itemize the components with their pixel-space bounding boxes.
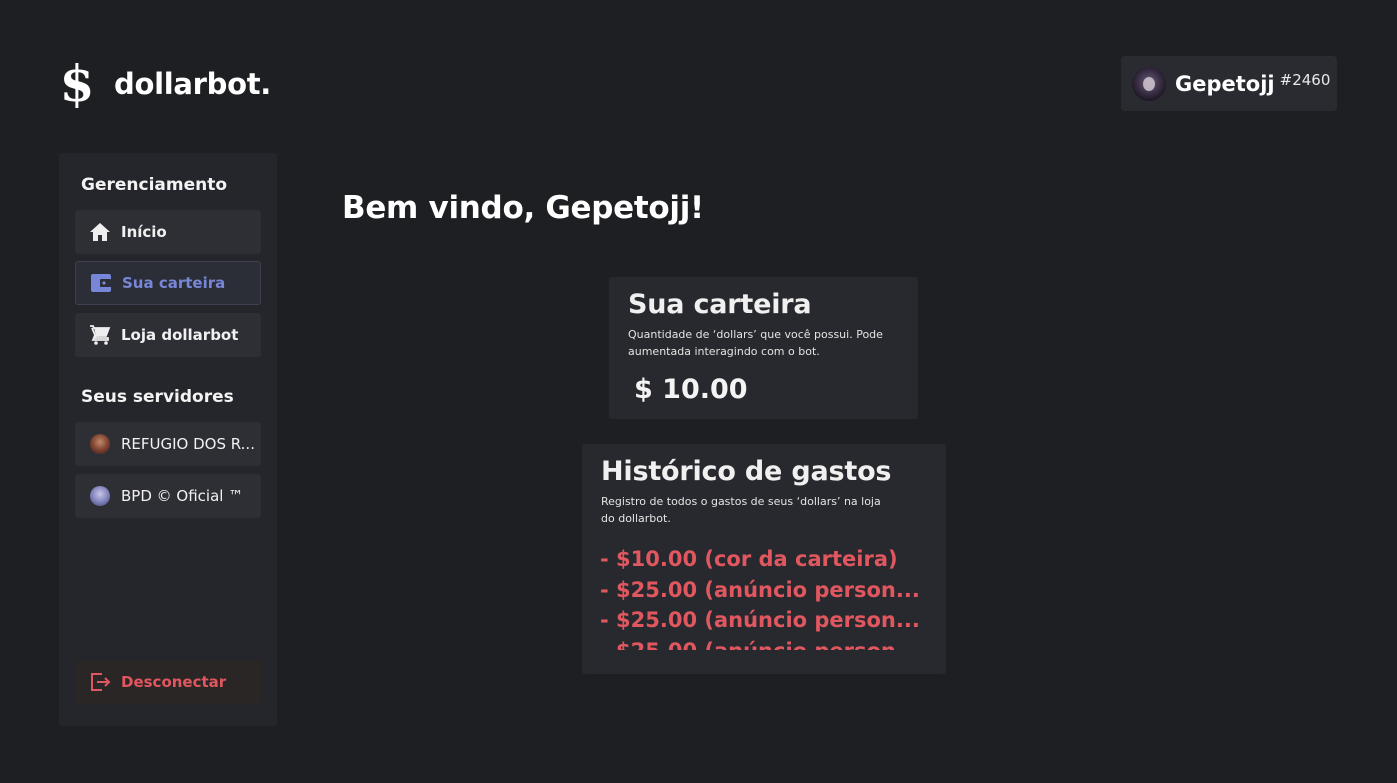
home-icon: [89, 221, 111, 243]
wallet-card-description: Quantidade de ‘dollars’ que você possui.…: [628, 328, 883, 358]
history-card: Histórico de gastos Registro de todos o …: [582, 444, 946, 674]
dollar-logo-icon: $: [59, 54, 95, 113]
wallet-card: Sua carteira Quantidade de ‘dollars’ que…: [609, 277, 918, 419]
history-list[interactable]: - $10.00 (cor da carteira) - $25.00 (anú…: [600, 544, 920, 650]
history-card-description: Registro de todos o gastos de seus ‘doll…: [601, 495, 881, 525]
sidebar: Gerenciamento Início Sua carteira Loja d…: [59, 153, 277, 726]
brand-name: dollarbot: [114, 67, 261, 101]
brand-dot: .: [260, 67, 272, 101]
section-title-management: Gerenciamento: [81, 175, 228, 195]
server-item-bpd[interactable]: BPD © Oficial ™: [75, 474, 261, 518]
avatar: [1132, 66, 1166, 101]
sidebar-item-label: Início: [121, 223, 167, 241]
server-avatar: [89, 433, 111, 455]
logout-label: Desconectar: [121, 673, 227, 691]
server-item-label: BPD © Oficial ™: [121, 487, 244, 505]
sidebar-item-inicio[interactable]: Início: [75, 210, 261, 254]
user-tag: #2460: [1279, 70, 1331, 89]
logout-button[interactable]: Desconectar: [75, 660, 261, 704]
user-profile-chip[interactable]: Gepetojj #2460: [1121, 56, 1337, 111]
history-item: - $10.00 (cor da carteira): [600, 547, 898, 571]
server-item-label: REFUGIO DOS R...: [121, 435, 255, 453]
server-item-refugio[interactable]: REFUGIO DOS R...: [75, 422, 261, 466]
history-card-title: Histórico de gastos: [601, 456, 892, 487]
cart-icon: [89, 324, 111, 346]
logout-icon: [89, 671, 111, 693]
history-item: - $25.00 (anúncio person...: [600, 577, 920, 602]
server-avatar: [89, 485, 111, 507]
sidebar-item-loja[interactable]: Loja dollarbot: [75, 313, 261, 357]
wallet-icon: [90, 272, 112, 294]
user-name: Gepetojj: [1175, 71, 1275, 96]
wallet-balance: $ 10.00: [634, 374, 748, 405]
page-title: Bem vindo, Gepetojj!: [342, 190, 704, 226]
section-title-servers: Seus servidores: [81, 387, 234, 407]
sidebar-item-label: Loja dollarbot: [121, 326, 239, 344]
wallet-card-title: Sua carteira: [628, 289, 812, 320]
brand-logo[interactable]: $ dollarbot.: [59, 54, 272, 113]
history-item: - $25.00 (anúncio person...: [600, 636, 920, 651]
sidebar-item-carteira[interactable]: Sua carteira: [75, 261, 261, 305]
history-item: - $25.00 (anúncio person...: [600, 608, 920, 632]
sidebar-item-label: Sua carteira: [122, 274, 226, 292]
